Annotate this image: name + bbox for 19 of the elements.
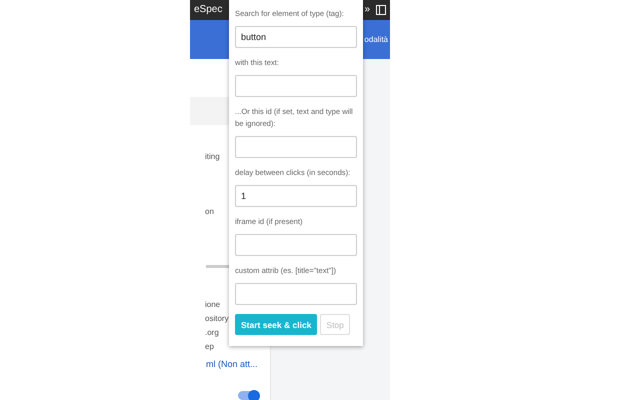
panel-icon[interactable] bbox=[376, 4, 386, 15]
toolbar-overflow[interactable]: » bbox=[364, 4, 370, 16]
sidebar-text: on bbox=[205, 206, 214, 218]
input-field[interactable] bbox=[235, 283, 357, 305]
toolbar-title: eSpec bbox=[194, 4, 222, 16]
input-field[interactable] bbox=[235, 234, 357, 256]
sidebar-text: ository bbox=[205, 313, 229, 325]
slider-track bbox=[206, 265, 230, 268]
link[interactable]: ml (Non att... bbox=[206, 359, 258, 369]
input-field[interactable] bbox=[235, 136, 357, 158]
input-field[interactable] bbox=[235, 75, 357, 97]
sidebar-text: ep bbox=[205, 341, 214, 353]
banner-text: odalità bbox=[364, 34, 388, 44]
sidebar-text: .org bbox=[205, 327, 219, 339]
sidebar-text: iting bbox=[205, 151, 220, 163]
input-field[interactable]: button bbox=[235, 26, 357, 48]
toggle-switch[interactable] bbox=[238, 391, 258, 400]
sidebar-text: ione bbox=[205, 299, 220, 311]
input-field[interactable]: 1 bbox=[235, 185, 357, 207]
